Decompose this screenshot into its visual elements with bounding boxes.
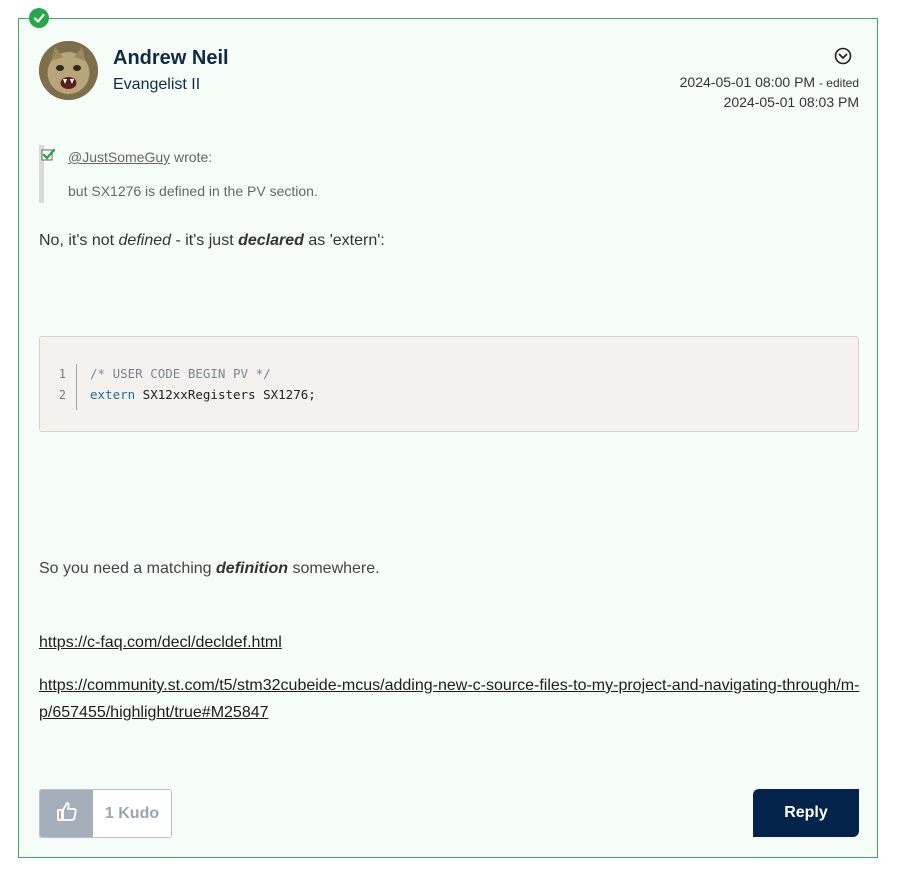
avatar[interactable]	[39, 41, 98, 100]
thumbs-up-icon	[56, 800, 78, 827]
mention-link[interactable]: @JustSomeGuy	[68, 149, 170, 165]
edited-date: 2024-05-01 08:03 PM	[723, 94, 859, 110]
kudo-button[interactable]	[40, 790, 93, 837]
quote-check-icon	[41, 148, 56, 162]
quote-wrote: wrote:	[174, 149, 213, 165]
quote-text: but SX1276 is defined in the PV section.	[68, 183, 318, 199]
posted-date: 2024-05-01 08:00 PM	[679, 74, 816, 90]
quote-author: @JustSomeGuy wrote:	[68, 149, 212, 165]
post-date: 2024-05-01 08:00 PM - edited	[680, 74, 859, 90]
link-community[interactable]: https://community.st.com/t5/stm32cubeide…	[39, 672, 861, 726]
code-gutter: 1 2	[40, 364, 77, 410]
kudo-group: 1 Kudo	[39, 789, 172, 838]
options-menu-icon[interactable]	[834, 47, 852, 65]
line-number: 2	[58, 388, 66, 402]
code-block: 1 2 /* USER CODE BEGIN PV */ extern SX12…	[39, 336, 859, 432]
reply-button[interactable]: Reply	[753, 789, 859, 837]
code-line: /* USER CODE BEGIN PV */	[90, 366, 271, 381]
forum-post	[18, 18, 878, 858]
link-cfaq[interactable]: https://c-faq.com/decl/decldef.html	[39, 634, 282, 652]
paragraph-2: So you need a matching definition somewh…	[39, 560, 380, 577]
author-rank: Evangelist II	[113, 76, 201, 93]
edited-label[interactable]: - edited	[819, 76, 859, 90]
paragraph-1: No, it's not defined - it's just declare…	[39, 232, 385, 249]
code-line: extern SX12xxRegisters SX1276;	[90, 387, 316, 402]
line-number: 1	[58, 367, 66, 381]
author-name[interactable]: Andrew Neil	[113, 47, 229, 70]
kudo-count[interactable]: 1 Kudo	[93, 790, 171, 837]
accepted-solution-icon	[29, 8, 49, 28]
